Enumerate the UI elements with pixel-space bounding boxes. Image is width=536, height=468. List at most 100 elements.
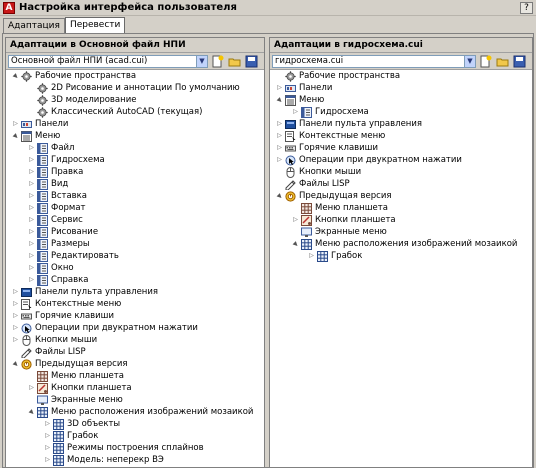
tree-node-label: Грабок <box>67 431 99 441</box>
tree-node-menu-item[interactable]: ▷ Файл <box>6 142 264 154</box>
expand-arrow-icon[interactable]: ▷ <box>28 154 35 166</box>
expand-arrow-icon[interactable]: ▷ <box>12 298 19 310</box>
open-folder-icon <box>496 58 509 66</box>
tab-customize[interactable]: Адаптация <box>3 18 65 34</box>
tree-node-lisp[interactable]: Файлы LISP <box>270 178 532 190</box>
tree-node-menu-item[interactable]: ▷ Формат <box>6 202 264 214</box>
tree-node-menu-item[interactable]: ▷ Правка <box>6 166 264 178</box>
help-button[interactable]: ? <box>520 1 533 14</box>
tree-node-keys[interactable]: ▷ Горячие клавиши <box>6 310 264 322</box>
expand-arrow-icon[interactable]: ▷ <box>28 214 35 226</box>
tab-transfer[interactable]: Перевести <box>64 17 126 34</box>
left-file-select[interactable]: Основной файл НПИ (acad.cui) ▼ <box>8 54 208 68</box>
tree-node-tablet-btn[interactable]: ▷ Кнопки планшета <box>270 214 532 226</box>
tree-node-menu-item[interactable]: ▷ Справка <box>6 274 264 286</box>
menu-item-icon <box>37 190 48 202</box>
expand-arrow-icon[interactable]: ▷ <box>28 226 35 238</box>
tree-node-menu-item[interactable]: ▷ Сервис <box>6 214 264 226</box>
tree-node-label: Горячие клавиши <box>35 311 114 321</box>
tree-node-menu-item[interactable]: ▷ Окно <box>6 262 264 274</box>
expand-arrow-icon[interactable]: ▷ <box>276 130 283 142</box>
expand-arrow-icon[interactable]: ▷ <box>28 274 35 286</box>
expand-arrow-icon[interactable]: ▷ <box>12 322 19 334</box>
new-file-button[interactable] <box>478 55 493 68</box>
tree-node-grid[interactable]: ▷ Грабок <box>6 430 264 442</box>
tree-node-menu-item[interactable]: ▷ Редактировать <box>6 250 264 262</box>
tree-node-label: Рабочие пространства <box>35 71 137 81</box>
tree-node-gear[interactable]: 3D моделирование <box>6 94 264 106</box>
tree-node-tablet[interactable]: Меню планшета <box>6 370 264 382</box>
tree-node-gear[interactable]: Классический AutoCAD (текущая) <box>6 106 264 118</box>
tree-node-context[interactable]: ▷ Контекстные меню <box>6 298 264 310</box>
tree-node-toolbar[interactable]: ▷ Панели <box>6 118 264 130</box>
expand-arrow-icon[interactable]: ▷ <box>276 142 283 154</box>
tree-node-mouse[interactable]: ▷ Кнопки мыши <box>6 334 264 346</box>
tree-node-context[interactable]: ▷ Контекстные меню <box>270 130 532 142</box>
tree-node-grid[interactable]: ▲ Меню расположения изображений мозаикой <box>270 238 532 250</box>
expand-arrow-icon[interactable]: ▷ <box>28 238 35 250</box>
tree-node-gear[interactable]: Рабочие пространства <box>270 70 532 82</box>
tree-node-mouse[interactable]: Кнопки мыши <box>270 166 532 178</box>
expand-arrow-icon[interactable]: ▷ <box>12 310 19 322</box>
tree-node-grid[interactable]: ▷ Режимы построения сплайнов <box>6 442 264 454</box>
tree-node-menu-item[interactable]: ▷ Вид <box>6 178 264 190</box>
chevron-down-icon[interactable]: ▼ <box>196 55 207 67</box>
tree-node-grid[interactable]: ▷ Модель: неперекр ВЭ <box>6 454 264 466</box>
right-file-select[interactable]: гидросхема.cui ▼ <box>272 54 476 68</box>
tree-node-gear[interactable]: ▲ Рабочие пространства <box>6 70 264 82</box>
tree-node-lisp[interactable]: Файлы LISP <box>6 346 264 358</box>
tree-node-legacy[interactable]: ▲ Предыдущая версия <box>270 190 532 202</box>
expand-arrow-icon[interactable]: ▷ <box>292 214 299 226</box>
tree-node-menu-item[interactable]: ▷ Гидросхема <box>270 106 532 118</box>
expand-arrow-icon[interactable]: ▷ <box>44 454 51 466</box>
tree-node-tablet-btn[interactable]: ▷ Кнопки планшета <box>6 382 264 394</box>
expand-arrow-icon[interactable]: ▷ <box>292 106 299 118</box>
tree-node-grid[interactable]: ▷ Грабок <box>270 250 532 262</box>
tree-node-screen[interactable]: Экранные меню <box>6 394 264 406</box>
expand-arrow-icon[interactable]: ▷ <box>28 166 35 178</box>
new-file-button[interactable] <box>210 55 225 68</box>
expand-arrow-icon[interactable]: ▷ <box>44 442 51 454</box>
tree-node-menu[interactable]: ▲ Меню <box>6 130 264 142</box>
expand-arrow-icon[interactable]: ▷ <box>276 154 283 166</box>
expand-arrow-icon[interactable]: ▷ <box>44 430 51 442</box>
tree-node-dblclick[interactable]: ▷ Операции при двукратном нажатии <box>270 154 532 166</box>
tree-node-dashboard[interactable]: ▷ Панели пульта управления <box>6 286 264 298</box>
expand-arrow-icon[interactable]: ▷ <box>12 334 19 346</box>
tree-node-keys[interactable]: ▷ Горячие клавиши <box>270 142 532 154</box>
tree-node-gear[interactable]: 2D Рисование и аннотации По умолчанию <box>6 82 264 94</box>
tree-node-menu[interactable]: ▲ Меню <box>270 94 532 106</box>
tree-node-label: Редактировать <box>51 251 119 261</box>
tree-node-grid[interactable]: ▷ 3D объекты <box>6 418 264 430</box>
expand-arrow-icon[interactable]: ▷ <box>276 118 283 130</box>
tree-node-dblclick[interactable]: ▷ Операции при двукратном нажатии <box>6 322 264 334</box>
chevron-down-icon[interactable]: ▼ <box>464 55 475 67</box>
expand-arrow-icon[interactable]: ▷ <box>28 178 35 190</box>
expand-arrow-icon[interactable]: ▷ <box>12 286 19 298</box>
tree-node-menu-item[interactable]: ▷ Вставка <box>6 190 264 202</box>
open-file-button[interactable] <box>227 55 242 68</box>
tree-node-label: Формат <box>51 203 86 213</box>
tree-node-screen[interactable]: Экранные меню <box>270 226 532 238</box>
save-file-button[interactable] <box>512 55 527 68</box>
tree-node-dashboard[interactable]: ▷ Панели пульта управления <box>270 118 532 130</box>
expand-arrow-icon[interactable]: ▷ <box>44 418 51 430</box>
tree-node-menu-item[interactable]: ▷ Гидросхема <box>6 154 264 166</box>
tree-node-menu-item[interactable]: ▷ Рисование <box>6 226 264 238</box>
open-file-button[interactable] <box>495 55 510 68</box>
expand-arrow-icon[interactable]: ▷ <box>28 202 35 214</box>
expand-arrow-icon[interactable]: ▷ <box>308 250 315 262</box>
expand-arrow-icon[interactable]: ▷ <box>28 382 35 394</box>
expand-arrow-icon[interactable]: ▷ <box>28 142 35 154</box>
expand-arrow-icon[interactable]: ▷ <box>28 262 35 274</box>
tree-node-legacy[interactable]: ▲ Предыдущая версия <box>6 358 264 370</box>
expand-arrow-icon[interactable]: ▷ <box>28 250 35 262</box>
tree-node-toolbar[interactable]: ▷ Панели <box>270 82 532 94</box>
tree-node-menu-item[interactable]: ▷ Размеры <box>6 238 264 250</box>
tree-node-tablet[interactable]: Меню планшета <box>270 202 532 214</box>
save-file-button[interactable] <box>244 55 259 68</box>
expand-arrow-icon[interactable]: ▷ <box>28 190 35 202</box>
title-bar: A Настройка интерфейса пользователя ? <box>0 0 536 16</box>
tree-node-grid[interactable]: ▲ Меню расположения изображений мозаикой <box>6 406 264 418</box>
